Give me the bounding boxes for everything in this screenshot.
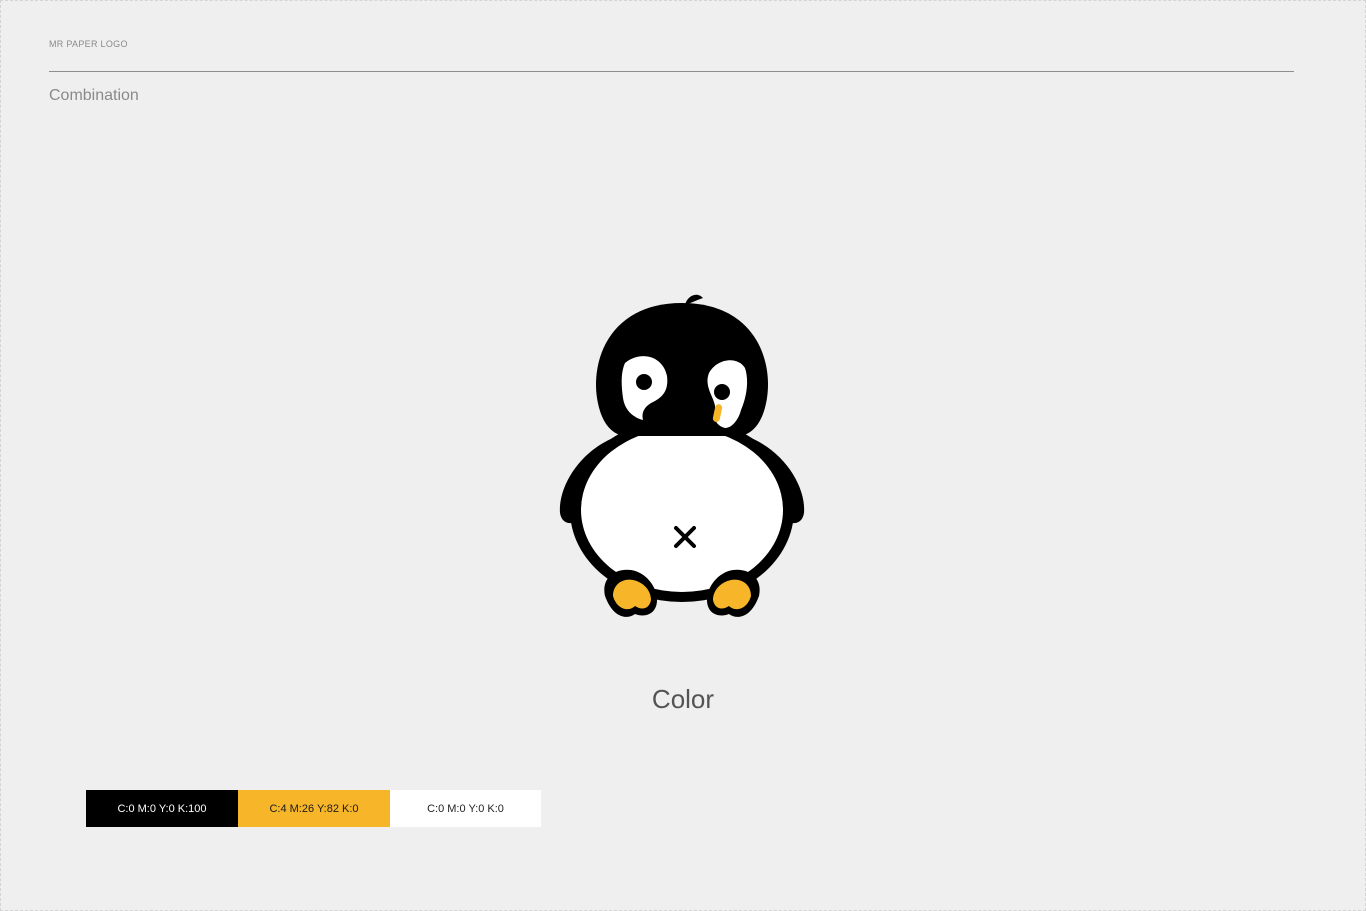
section-title: Combination [49, 87, 139, 104]
swatch-yellow: C:4 M:26 Y:82 K:0 [238, 790, 390, 827]
nose [673, 405, 687, 423]
swatch-white: C:0 M:0 Y:0 K:0 [390, 790, 541, 827]
color-section-title: Color [651, 684, 715, 714]
head-tuft [685, 294, 703, 305]
color-swatches: C:0 M:0 Y:0 K:100 C:4 M:26 Y:82 K:0 C:0 … [86, 790, 541, 827]
left-eye [636, 374, 652, 390]
swatch-black: C:0 M:0 Y:0 K:100 [86, 790, 238, 827]
belly [581, 428, 783, 592]
brand-label: MR PAPER LOGO [49, 39, 128, 49]
penguin-logo-icon [559, 294, 805, 617]
right-eye [714, 384, 730, 400]
header-divider [49, 71, 1294, 72]
